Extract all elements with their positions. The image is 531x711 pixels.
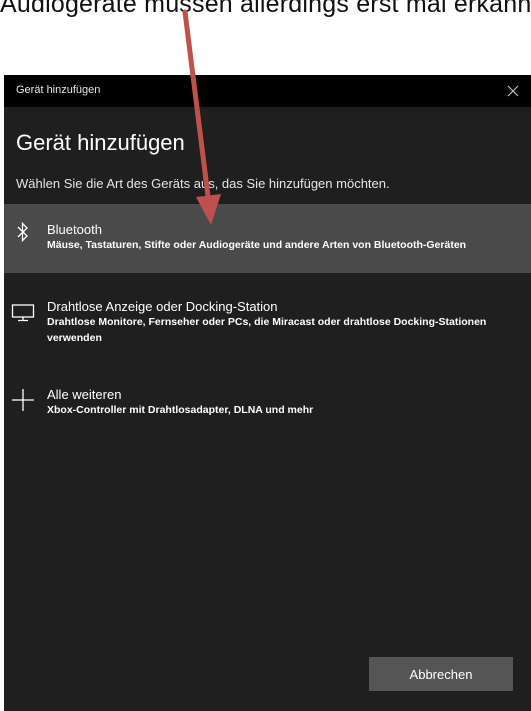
bluetooth-icon: [10, 219, 36, 245]
monitor-icon: [10, 300, 36, 326]
option-everything-else[interactable]: Alle weiteren Xbox-Controller mit Drahtl…: [4, 380, 531, 424]
option-wireless-display[interactable]: Drahtlose Anzeige oder Docking-Station D…: [4, 291, 531, 355]
option-wireless-display-description: Drahtlose Monitore, Fernseher oder PCs, …: [47, 316, 487, 344]
caption-text: Audiogeräte müssen allerdings erst mal e…: [0, 0, 531, 18]
dialog-subtitle: Wählen Sie die Art des Geräts aus, das S…: [16, 176, 390, 191]
title-bar: Gerät hinzufügen: [4, 75, 531, 107]
plus-icon: [10, 387, 36, 413]
window-title: Gerät hinzufügen: [16, 84, 101, 96]
add-device-dialog: Gerät hinzufügen Gerät hinzufügen Wählen…: [4, 75, 531, 711]
option-everything-else-description: Xbox-Controller mit Drahtlosadapter, DLN…: [47, 404, 314, 416]
option-bluetooth-description: Mäuse, Tastaturen, Stifte oder Audiogerä…: [47, 239, 467, 251]
cancel-button[interactable]: Abbrechen: [369, 657, 513, 691]
close-button[interactable]: [501, 79, 525, 103]
option-bluetooth[interactable]: Bluetooth Mäuse, Tastaturen, Stifte oder…: [4, 204, 531, 273]
option-everything-else-label: Alle weiteren: [47, 387, 122, 402]
close-icon: [507, 85, 519, 97]
option-bluetooth-label: Bluetooth: [47, 222, 102, 237]
dialog-heading: Gerät hinzufügen: [16, 130, 185, 155]
option-wireless-display-label: Drahtlose Anzeige oder Docking-Station: [47, 299, 278, 314]
